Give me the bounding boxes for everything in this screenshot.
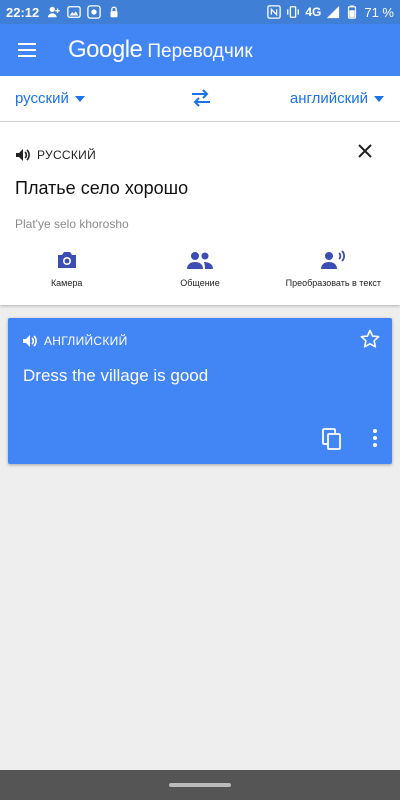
person-add-icon xyxy=(48,6,60,18)
image-icon xyxy=(67,6,82,18)
app-bar: Google Переводчик xyxy=(0,24,400,76)
camera-icon xyxy=(57,252,76,268)
dropdown-arrow-icon xyxy=(74,95,85,102)
battery-percent: 71 % xyxy=(364,4,394,20)
status-bar: 22:12 4G 71 % xyxy=(0,0,400,24)
navigation-bar xyxy=(0,770,400,800)
source-language-caption: РУССКИЙ xyxy=(37,148,97,162)
swap-languages-button[interactable] xyxy=(190,88,212,113)
product-name: Переводчик xyxy=(147,41,253,62)
source-language-header[interactable]: РУССКИЙ xyxy=(15,148,96,162)
transcribe-label: Преобразовать в текст xyxy=(285,278,381,288)
source-language-selector[interactable]: русский xyxy=(15,90,85,107)
save-translation-button[interactable] xyxy=(360,329,380,354)
conversation-icon xyxy=(186,252,213,269)
input-tools: Камера Общение Преобразовать в текст xyxy=(0,250,400,288)
source-text-input[interactable]: Платье село хорошо xyxy=(15,178,188,199)
translation-card[interactable]: АНГЛИЙСКИЙ Dress the village is good xyxy=(8,318,392,464)
camera-button[interactable]: Камера xyxy=(0,250,133,288)
vibrate-icon xyxy=(287,6,300,18)
source-language-label: русский xyxy=(15,90,69,107)
brand-name: Google xyxy=(68,36,143,63)
speaker-icon[interactable] xyxy=(22,334,38,348)
conversation-button[interactable]: Общение xyxy=(133,250,266,288)
app-icon xyxy=(87,5,102,19)
star-icon xyxy=(360,329,380,348)
menu-icon xyxy=(18,43,36,57)
conversation-label: Общение xyxy=(180,278,220,288)
close-icon xyxy=(358,144,372,158)
home-gesture-handle[interactable] xyxy=(169,783,231,787)
transliteration-text: Plat'ye selo khorosho xyxy=(15,217,129,231)
language-bar: русский английский xyxy=(0,76,400,122)
more-vert-icon xyxy=(373,429,377,447)
battery-icon xyxy=(348,5,357,19)
speaker-icon[interactable] xyxy=(15,148,31,162)
transcribe-icon xyxy=(321,250,346,269)
copy-icon xyxy=(322,428,341,450)
target-language-label: английский xyxy=(289,90,368,107)
more-options-button[interactable] xyxy=(372,428,378,453)
target-language-caption: АНГЛИЙСКИЙ xyxy=(44,334,128,348)
lock-icon xyxy=(110,6,118,18)
app-title: Google Переводчик xyxy=(68,36,253,64)
copy-button[interactable] xyxy=(322,428,342,455)
translated-text: Dress the village is good xyxy=(23,366,209,385)
menu-button[interactable] xyxy=(0,24,56,76)
clear-input-button[interactable] xyxy=(358,144,372,163)
target-language-header[interactable]: АНГЛИЙСКИЙ xyxy=(22,334,128,348)
input-card: РУССКИЙ Платье село хорошо Plat'ye selo … xyxy=(0,122,400,305)
target-language-selector[interactable]: английский xyxy=(290,90,384,107)
swap-arrows-icon xyxy=(192,89,210,107)
nfc-icon xyxy=(267,5,282,19)
signal-icon xyxy=(327,5,340,19)
status-time: 22:12 xyxy=(6,4,40,20)
dropdown-arrow-icon xyxy=(374,95,384,102)
network-type: 4G xyxy=(305,5,322,19)
camera-label: Камера xyxy=(50,278,83,288)
transcribe-button[interactable]: Преобразовать в текст xyxy=(267,250,400,288)
